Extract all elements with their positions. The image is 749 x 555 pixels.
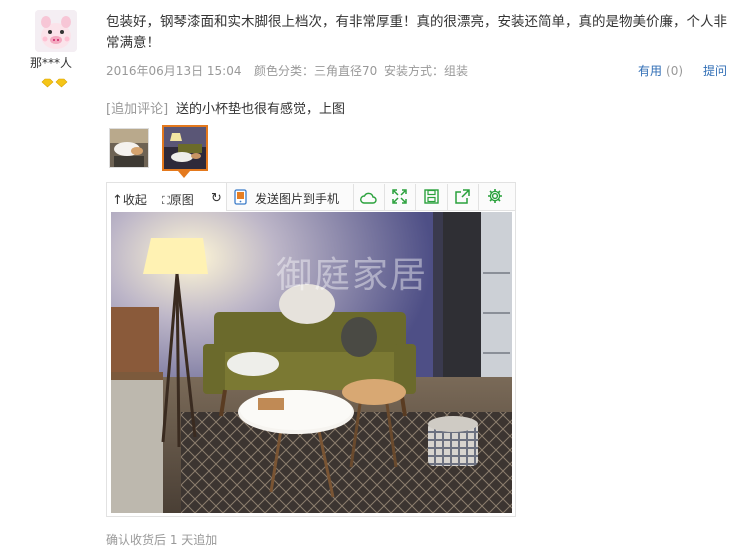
save-icon[interactable] xyxy=(424,189,439,208)
rotate-button[interactable]: ↻ xyxy=(211,191,222,206)
photo-watermark: 御庭家居 xyxy=(276,255,429,296)
username: 那***人 xyxy=(30,56,73,70)
cloud-icon[interactable] xyxy=(360,190,377,209)
install-spec: 安装方式：组装 xyxy=(384,64,469,78)
expand-icon: ⛶ xyxy=(162,194,170,207)
toolbar-divider xyxy=(415,184,416,210)
rotate-icon: ↻ xyxy=(211,191,222,206)
helpful-label: 有用 xyxy=(638,64,663,78)
color-spec: 颜色分类：三角直径70 xyxy=(254,64,378,78)
helpful-count: (0) xyxy=(666,64,684,78)
vip-diamond-icon xyxy=(41,73,69,92)
collapse-button[interactable]: ↑收起 xyxy=(112,191,147,208)
send-to-phone-button[interactable]: 发送图片到手机 xyxy=(255,190,339,207)
photo-thumbnail-2-selected[interactable] xyxy=(162,125,208,171)
append-time-note: 确认收货后 1 天追加 xyxy=(106,533,218,547)
original-label: 原图 xyxy=(169,193,194,207)
append-tag: [追加评论] xyxy=(106,102,169,117)
ask-button[interactable]: 提问 xyxy=(703,62,727,79)
fullscreen-icon[interactable] xyxy=(392,189,407,208)
toolbar-divider xyxy=(447,184,448,210)
avatar[interactable] xyxy=(35,10,77,52)
helpful-button[interactable]: 有用 (0) xyxy=(638,62,683,79)
original-image-button[interactable]: ⛶原图 xyxy=(162,191,194,208)
avatar-pig-icon xyxy=(35,10,77,52)
collapse-arrow-icon: ↑ xyxy=(112,193,123,208)
review-date: 2016年06月13日 15:04 xyxy=(106,64,242,78)
toolbar-divider xyxy=(384,184,385,210)
settings-icon[interactable] xyxy=(487,188,503,208)
review-text: 包装好，钢琴漆面和实木脚很上档次，有非常厚重！真的很漂亮，安装还简单，真的是物美… xyxy=(106,14,727,51)
share-icon[interactable] xyxy=(455,189,470,208)
photo-thumbnail-1[interactable] xyxy=(109,128,149,168)
toolbar-divider xyxy=(353,184,354,210)
toolbar-divider xyxy=(478,184,479,210)
selected-thumb-pointer xyxy=(178,171,190,178)
append-text: 送的小杯垫也很有感觉，上图 xyxy=(176,102,346,117)
phone-image-icon xyxy=(234,189,249,209)
collapse-label: 收起 xyxy=(122,193,147,207)
